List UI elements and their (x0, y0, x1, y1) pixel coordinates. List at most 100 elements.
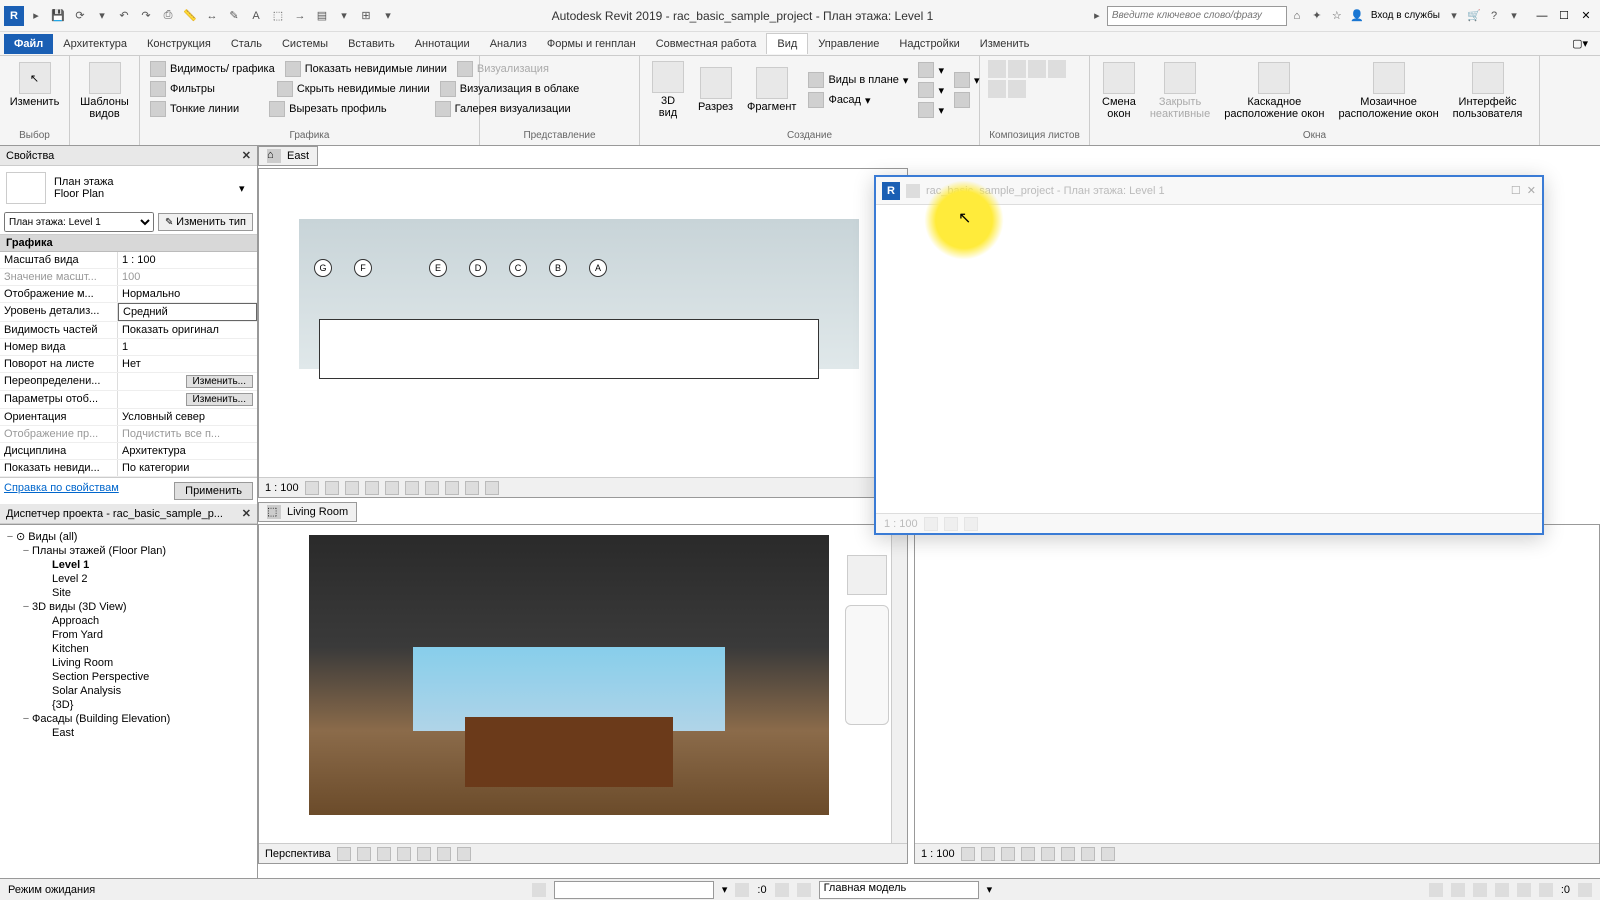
user-icon[interactable]: 👤 (1347, 6, 1367, 26)
living-view-canvas[interactable]: Перспектива (258, 524, 908, 864)
cascade-button[interactable]: Каскадное расположение окон (1220, 60, 1328, 122)
apply-button[interactable]: Применить (174, 482, 253, 500)
sched-button[interactable]: ▾ (952, 71, 982, 89)
app-menu-icon[interactable]: R (4, 6, 24, 26)
minimize-icon[interactable]: — (1532, 8, 1552, 24)
rvtb6-icon[interactable] (1061, 847, 1075, 861)
maximize-icon[interactable]: ☐ (1554, 8, 1574, 24)
lvtb2-icon[interactable] (357, 847, 371, 861)
search-arrow-icon[interactable]: ▸ (1087, 6, 1107, 26)
ftb3-icon[interactable] (964, 517, 978, 531)
sheet-button[interactable]: ▾ (916, 61, 946, 79)
sb5-icon[interactable] (1517, 883, 1531, 897)
properties-help-link[interactable]: Справка по свойствам (4, 482, 119, 500)
tab-systems[interactable]: Системы (272, 34, 338, 54)
tab-struct[interactable]: Конструкция (137, 34, 221, 54)
type-selector[interactable]: План этажа Floor Plan ▾ (0, 166, 257, 210)
redo-icon[interactable]: ↷ (136, 6, 156, 26)
tree-kitchen[interactable]: Kitchen (4, 642, 253, 656)
leg-button[interactable]: ▾ (916, 101, 946, 119)
close-window-icon[interactable]: ✕ (1576, 8, 1596, 24)
login-label[interactable]: Вход в службы (1367, 10, 1444, 21)
ftb2-icon[interactable] (944, 517, 958, 531)
east-view-canvas[interactable]: G F E D C B A 1 : 100 (258, 168, 908, 498)
callout-button[interactable]: Фрагмент (743, 65, 800, 115)
help-icon[interactable]: ? (1484, 6, 1504, 26)
save-icon[interactable]: 💾 (48, 6, 68, 26)
tree-approach[interactable]: Approach (4, 614, 253, 628)
print-icon[interactable]: ⎙ (158, 6, 178, 26)
help-dd-icon[interactable]: ▾ (1504, 6, 1524, 26)
open-icon[interactable]: ▸ (26, 6, 46, 26)
nav-wheel[interactable] (845, 605, 889, 725)
keyshot-icon[interactable]: ⌂ (1287, 6, 1307, 26)
dd2-icon[interactable]: ▾ (334, 6, 354, 26)
prop-row[interactable]: ДисциплинаАрхитектура (0, 443, 257, 460)
rvtb7-icon[interactable] (1081, 847, 1095, 861)
tree-3d[interactable]: {3D} (4, 698, 253, 712)
type-dropdown-icon[interactable]: ▾ (239, 182, 251, 195)
tab-view[interactable]: Вид (766, 33, 808, 54)
scope-button[interactable] (952, 91, 982, 109)
rvtb2-icon[interactable] (981, 847, 995, 861)
visibility-button[interactable]: Видимость/ графика (148, 60, 277, 78)
right-scale[interactable]: 1 : 100 (921, 848, 955, 860)
comp5-icon[interactable] (988, 80, 1006, 98)
search-input[interactable] (1107, 6, 1287, 26)
float-close-icon[interactable]: ✕ (1527, 184, 1536, 197)
tab-massing[interactable]: Формы и генплан (537, 34, 646, 54)
login-dd-icon[interactable]: ▾ (1444, 6, 1464, 26)
living-vscroll[interactable] (891, 525, 907, 843)
sb3-icon[interactable] (1473, 883, 1487, 897)
vtb7-icon[interactable] (425, 481, 439, 495)
vtb9-icon[interactable] (465, 481, 479, 495)
prop-row[interactable]: Показать невиди...По категории (0, 460, 257, 477)
lvtb3-icon[interactable] (377, 847, 391, 861)
comp6-icon[interactable] (1008, 80, 1026, 98)
tile-button[interactable]: Мозаичное расположение окон (1334, 60, 1442, 122)
lvtb4-icon[interactable] (397, 847, 411, 861)
vtb1-icon[interactable] (305, 481, 319, 495)
floating-titlebar[interactable]: R rac_basic_sample_project - План этажа:… (876, 177, 1542, 205)
comp2-icon[interactable] (1008, 60, 1026, 78)
sb-worksets-icon[interactable] (532, 883, 546, 897)
sb-filter-icon[interactable] (1578, 883, 1592, 897)
sb6-icon[interactable] (1539, 883, 1553, 897)
vtb8-icon[interactable] (445, 481, 459, 495)
tree-fromyard[interactable]: From Yard (4, 628, 253, 642)
sub-icon[interactable]: ✦ (1307, 6, 1327, 26)
modify-button[interactable]: ↖Изменить (8, 60, 61, 110)
hide-hidden-button[interactable]: Скрыть невидимые линии (275, 80, 432, 98)
vtb3-icon[interactable] (345, 481, 359, 495)
tab-addins[interactable]: Надстройки (889, 34, 969, 54)
tree-solar[interactable]: Solar Analysis (4, 684, 253, 698)
prop-row[interactable]: Номер вида1 (0, 339, 257, 356)
rvtb4-icon[interactable] (1021, 847, 1035, 861)
rvtb1-icon[interactable] (961, 847, 975, 861)
right-view-canvas[interactable]: 1 : 100 (914, 524, 1600, 864)
prop-row[interactable]: Отображение м...Нормально (0, 286, 257, 303)
prop-row[interactable]: Значение масшт...100 (0, 269, 257, 286)
vtb5-icon[interactable] (385, 481, 399, 495)
sb2-icon[interactable] (1451, 883, 1465, 897)
measure-icon[interactable]: 📏 (180, 6, 200, 26)
vtb6-icon[interactable] (405, 481, 419, 495)
tab-steel[interactable]: Сталь (221, 34, 272, 54)
text-icon[interactable]: A (246, 6, 266, 26)
project-browser[interactable]: −⊙ Виды (all) −Планы этажей (Floor Plan)… (0, 524, 257, 878)
float-max-icon[interactable]: ☐ (1511, 184, 1521, 197)
tag-icon[interactable]: ✎ (224, 6, 244, 26)
ribbon-min-icon[interactable]: ▢▾ (1572, 37, 1588, 50)
view-templates-button[interactable]: Шаблоны видов (78, 60, 131, 122)
lvtb5-icon[interactable] (417, 847, 431, 861)
thin-lines-button[interactable]: Тонкие линии (148, 100, 241, 118)
rvtb3-icon[interactable] (1001, 847, 1015, 861)
elevation-button[interactable]: Фасад▾ (806, 91, 910, 109)
show-hidden-button[interactable]: Показать невидимые линии (283, 60, 449, 78)
tree-level1[interactable]: Level 1 (4, 558, 253, 572)
prop-row[interactable]: Поворот на листеНет (0, 356, 257, 373)
edit-type-button[interactable]: ✎ Изменить тип (158, 213, 253, 231)
filters-button[interactable]: Фильтры (148, 80, 217, 98)
floating-view-window[interactable]: R rac_basic_sample_project - План этажа:… (874, 175, 1544, 535)
sync-icon[interactable]: ⟳ (70, 6, 90, 26)
